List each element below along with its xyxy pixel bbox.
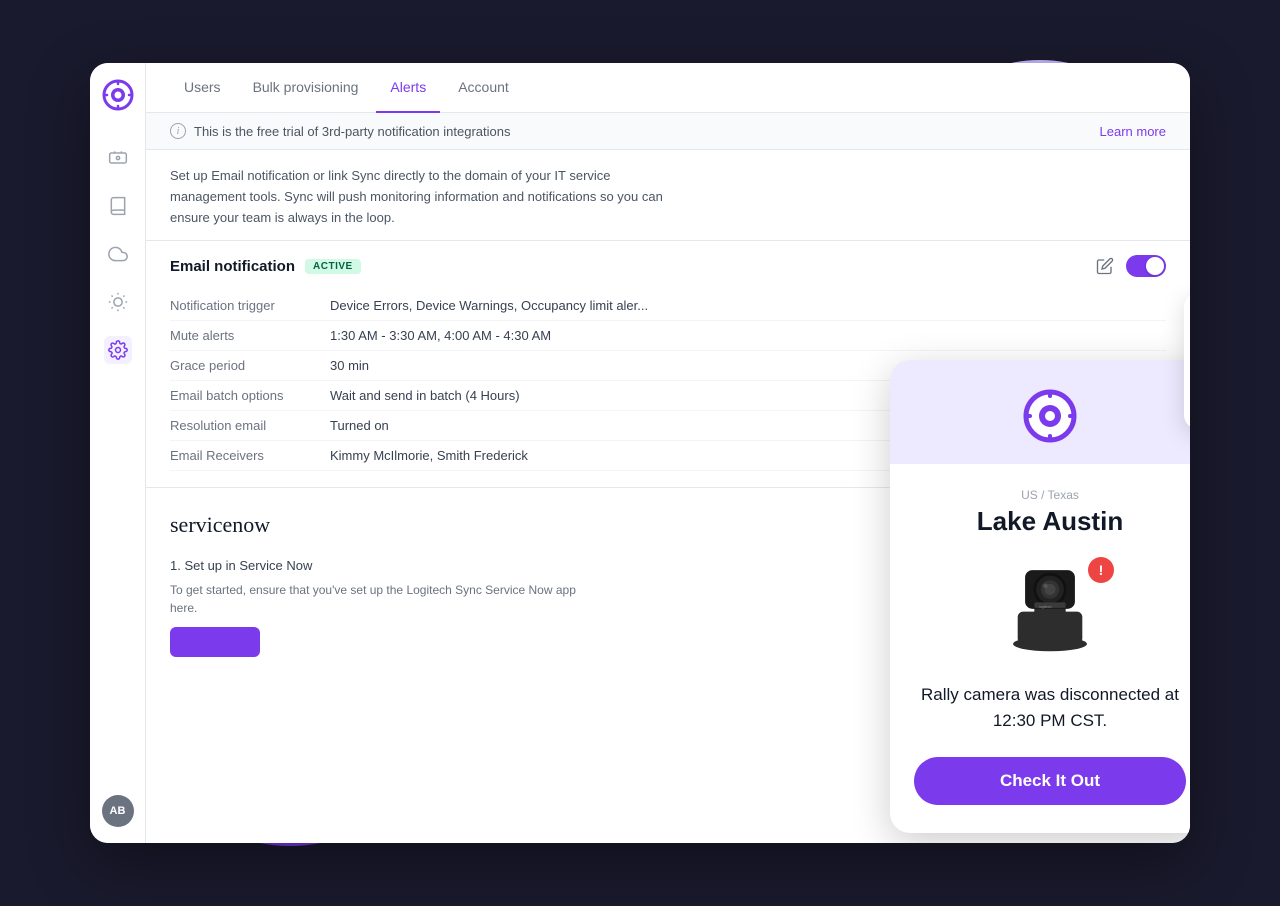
email-notification-toggle[interactable] [1126,255,1166,277]
svg-text:logitech: logitech [1039,605,1052,609]
detail-label: Mute alerts [170,328,330,343]
table-row: Notification trigger Device Errors, Devi… [170,291,1166,321]
detail-label: Email batch options [170,388,330,403]
setup-description: To get started, ensure that you've set u… [170,581,590,617]
room-name: Lake Austin [977,506,1123,537]
edit-icon[interactable] [1096,257,1114,275]
tab-users[interactable]: Users [170,63,235,113]
launch-button[interactable] [170,627,260,657]
tab-bulk-provisioning[interactable]: Bulk provisioning [239,63,373,113]
detail-label: Resolution email [170,418,330,433]
device-image-container: logitech ! [990,557,1110,662]
sidebar-item-devices[interactable] [104,144,132,172]
check-it-out-button[interactable]: Check It Out [914,757,1186,805]
detail-value: Device Errors, Device Warnings, Occupanc… [330,298,1166,313]
tab-account[interactable]: Account [444,63,523,113]
email-notification-title: Email notification [170,258,295,275]
notification-card-header [890,360,1190,464]
tab-alerts[interactable]: Alerts [376,63,440,113]
detail-label: Notification trigger [170,298,330,313]
error-badge: ! [1088,557,1114,583]
svg-text:servicenow: servicenow [170,512,270,537]
alert-message: Rally camera was disconnected at 12:30 P… [914,682,1186,733]
sidebar-item-cloud[interactable] [104,240,132,268]
sidebar-item-settings[interactable] [104,336,132,364]
info-banner: i This is the free trial of 3rd-party no… [146,113,1190,150]
learn-more-link[interactable]: Learn more [1100,124,1166,139]
detail-label: Grace period [170,358,330,373]
sidebar-logo[interactable] [102,79,134,124]
tabs-bar: Users Bulk provisioning Alerts Account [146,63,1190,113]
sidebar-item-insights[interactable] [104,288,132,316]
info-banner-text: This is the free trial of 3rd-party noti… [194,124,510,139]
notification-card: US / Texas Lake Austin [890,360,1190,833]
email-notification-section-header: Email notification ACTIVE [146,240,1190,291]
app-window: AB Users Bulk provisioning Alerts Accoun… [90,63,1190,843]
user-avatar[interactable]: AB [102,795,134,827]
notification-card-body: US / Texas Lake Austin [890,464,1190,833]
location-text: US / Texas [1021,488,1079,502]
sidebar-item-book[interactable] [104,192,132,220]
action-icons-card [1184,293,1190,429]
sidebar: AB [90,63,146,843]
section-actions [1096,255,1166,277]
active-badge: ACTIVE [305,259,361,274]
detail-label: Email Receivers [170,448,330,463]
section-title-group: Email notification ACTIVE [170,258,361,275]
detail-value: 1:30 AM - 3:30 AM, 4:00 AM - 4:30 AM [330,328,1166,343]
table-row: Mute alerts 1:30 AM - 3:30 AM, 4:00 AM -… [170,321,1166,351]
info-icon: i [170,123,186,139]
page-description: Set up Email notification or link Sync d… [146,150,706,240]
